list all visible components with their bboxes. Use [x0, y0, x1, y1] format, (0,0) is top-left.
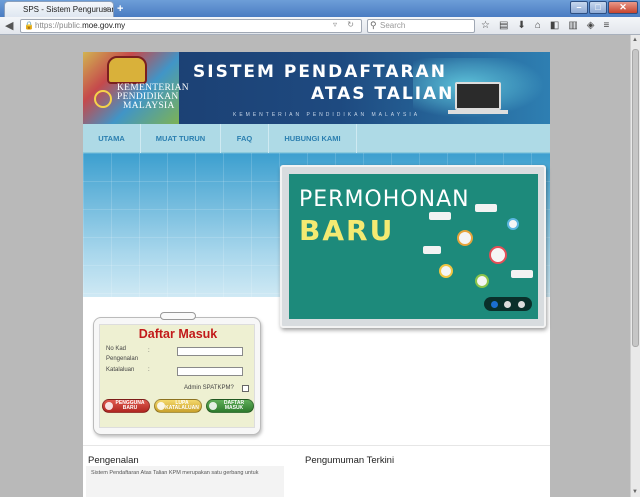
slide-title-line2: BARU	[299, 214, 395, 247]
kpm-logo-icon	[94, 90, 112, 108]
url-host: moe.gov.my	[82, 21, 126, 30]
avatar-icon	[475, 274, 489, 288]
laptop-icon	[455, 82, 501, 110]
chat-bubble-icon	[423, 246, 441, 254]
nokad-input[interactable]	[177, 347, 243, 356]
page-scrollbar[interactable]: ▲ ▼	[630, 35, 640, 497]
menu-icon[interactable]: ≡	[603, 20, 609, 31]
slide-permohonan-baru[interactable]: PERMOHONAN BARU	[289, 174, 538, 319]
window-titlebar: SPS - Sistem Pengurusan ... × + – □ ✕	[0, 0, 640, 17]
forgot-password-button[interactable]: LUPA KATALALUAN	[154, 399, 202, 413]
chat-bubble-icon	[511, 270, 533, 278]
login-form: Daftar Masuk No Kad Pengenalan : Katalal…	[99, 324, 255, 428]
intro-text: Sistem Pendaftaran Atas Talian KPM merup…	[91, 470, 259, 476]
extension-icon[interactable]: ◈	[587, 20, 595, 31]
browser-tab[interactable]: SPS - Sistem Pengurusan ... ×	[4, 1, 114, 17]
slider-dot-3[interactable]	[517, 300, 525, 308]
slider-dot-2[interactable]	[504, 300, 512, 308]
announcement-heading: Pengumuman Terkini	[305, 455, 395, 466]
nokad-label-2: Pengenalan	[106, 356, 139, 362]
admin-label: Admin SPATKPM?	[184, 385, 234, 391]
password-input[interactable]	[177, 367, 243, 376]
tab-title: SPS - Sistem Pengurusan ...	[23, 5, 114, 14]
password-colon: :	[148, 367, 150, 373]
scroll-thumb[interactable]	[632, 49, 639, 347]
download-icon[interactable]: ⬇	[517, 20, 525, 31]
slider-dot-1[interactable]	[491, 300, 499, 308]
url-scheme: https://public.	[35, 21, 83, 30]
slider: PERMOHONAN BARU	[280, 165, 546, 328]
password-label: Katalaluan	[106, 367, 135, 373]
login-buttons: PENGGUNA BARU LUPA KATALALUAN DAFTAR MAS…	[102, 399, 254, 417]
web-page: KEMENTERIAN PENDIDIKAN MALAYSIA SISTEM P…	[83, 52, 550, 497]
slide-title-line1: PERMOHONAN	[299, 187, 470, 212]
url-bar[interactable]: 🔒 https://public.moe.gov.my ▿ ↻	[20, 19, 362, 33]
main-menu: UTAMA MUAT TURUN FAQ HUBUNGI KAMI	[83, 124, 550, 153]
browser-navbar: ◀ 🔒 https://public.moe.gov.my ▿ ↻ ⚲ Sear…	[0, 17, 640, 35]
new-tab-button[interactable]: +	[117, 3, 123, 15]
login-card: Daftar Masuk No Kad Pengenalan : Katalal…	[93, 312, 261, 435]
menu-item-utama[interactable]: UTAMA	[83, 124, 141, 153]
content-sections: Pengenalan Pengumuman Terkini Sistem Pen…	[83, 445, 550, 497]
login-title: Daftar Masuk	[138, 327, 218, 341]
nokad-label-1: No Kad	[106, 346, 127, 352]
minimize-button[interactable]: –	[570, 1, 588, 14]
search-input[interactable]: ⚲ Search	[367, 19, 475, 33]
browser-viewport: KEMENTERIAN PENDIDIKAN MALAYSIA SISTEM P…	[0, 35, 630, 497]
intro-box: Sistem Pendaftaran Atas Talian KPM merup…	[86, 466, 284, 497]
site-banner: KEMENTERIAN PENDIDIKAN MALAYSIA SISTEM P…	[83, 52, 550, 124]
sidebar-icon[interactable]: ▥	[568, 20, 577, 31]
banner-title-line1: SISTEM PENDAFTARAN	[193, 62, 447, 82]
lock-icon: 🔒	[24, 21, 34, 30]
reading-list-icon[interactable]: ▤	[499, 20, 508, 31]
register-button[interactable]: PENGGUNA BARU	[102, 399, 150, 413]
menu-item-muat-turun[interactable]: MUAT TURUN	[141, 124, 221, 153]
banner-title-line2: ATAS TALIAN	[311, 84, 455, 104]
intro-heading: Pengenalan	[88, 455, 139, 466]
back-arrow-icon[interactable]: ◀	[5, 19, 13, 32]
malaysia-crest-icon	[107, 56, 147, 84]
avatar-icon	[489, 246, 507, 264]
close-window-button[interactable]: ✕	[608, 1, 638, 14]
ministry-name: KEMENTERIAN PENDIDIKAN MALAYSIA	[117, 83, 189, 111]
admin-checkbox[interactable]	[242, 385, 249, 392]
search-icon: ⚲	[370, 20, 377, 30]
chat-bubble-icon	[429, 212, 451, 220]
login-button[interactable]: DAFTAR MASUK	[206, 399, 254, 413]
nokad-colon: :	[148, 348, 150, 354]
search-placeholder: Search	[380, 21, 406, 30]
banner-subtitle: KEMENTERIAN PENDIDIKAN MALAYSIA	[233, 112, 421, 118]
laptop-base	[448, 110, 508, 114]
menu-item-faq[interactable]: FAQ	[221, 124, 269, 153]
clip-icon	[160, 312, 196, 320]
ministry-line3: MALAYSIA	[123, 101, 175, 111]
toolbar-icons: ☆ ▤ ⬇ ⌂ ◧ ▥ ◈ ≡	[481, 20, 609, 31]
reload-icon[interactable]: ▿ ↻	[333, 20, 358, 29]
scroll-down-icon[interactable]: ▼	[632, 489, 638, 495]
window-controls: – □ ✕	[570, 1, 638, 14]
pocket-icon[interactable]: ◧	[550, 20, 559, 31]
slider-pagination	[484, 297, 532, 311]
menu-item-hubungi-kami[interactable]: HUBUNGI KAMI	[269, 124, 357, 153]
avatar-icon	[457, 230, 473, 246]
maximize-button[interactable]: □	[589, 1, 607, 14]
chat-bubble-icon	[475, 204, 497, 212]
scroll-up-icon[interactable]: ▲	[632, 37, 638, 43]
avatar-icon	[507, 218, 519, 230]
avatar-icon	[439, 264, 453, 278]
home-icon[interactable]: ⌂	[535, 20, 541, 31]
tab-close-icon[interactable]: ×	[104, 4, 109, 14]
bookmark-star-icon[interactable]: ☆	[481, 20, 490, 31]
